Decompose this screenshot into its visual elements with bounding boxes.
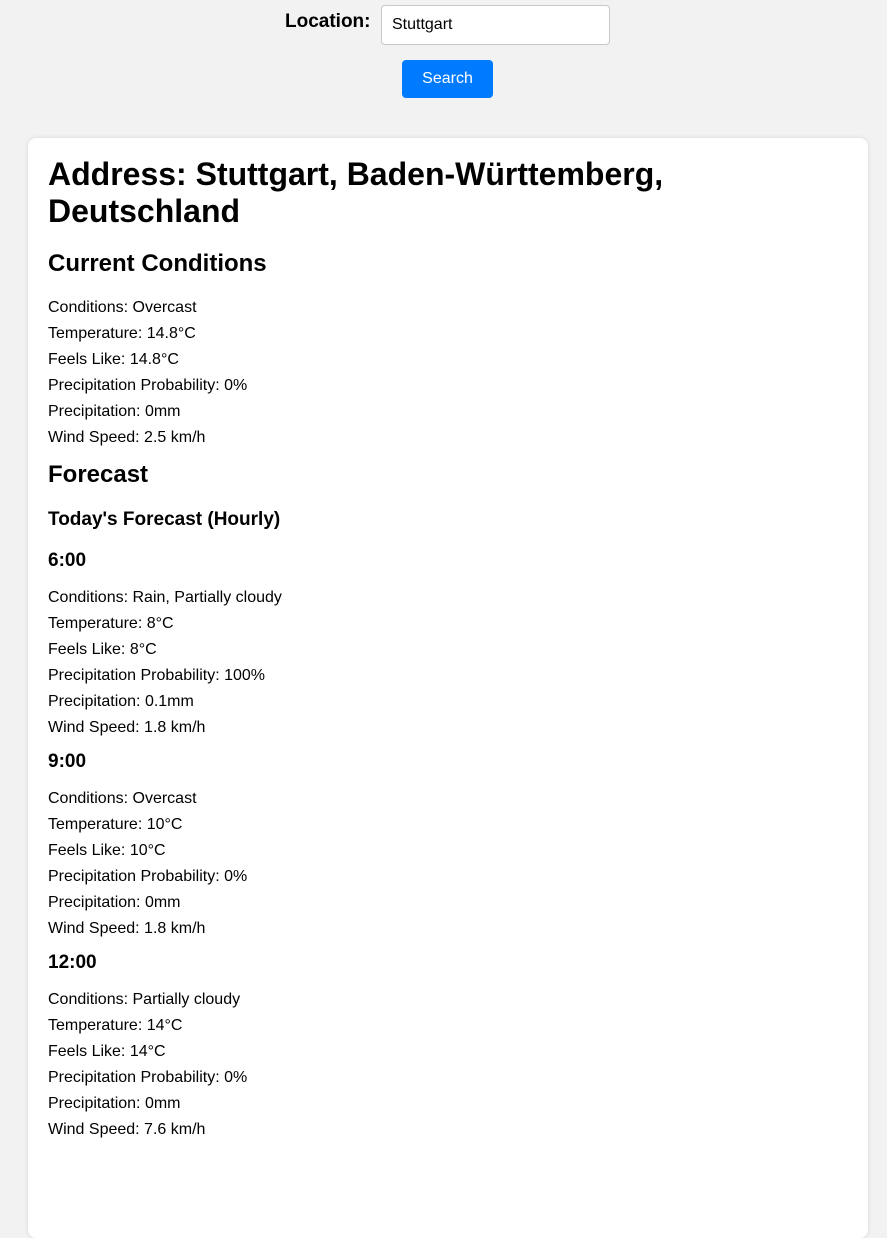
hourly-forecast-item: 9:00 Conditions: Overcast Temperature: 1… — [48, 751, 848, 942]
hour-wind-speed: Wind Speed: 1.8 km/h — [48, 920, 206, 937]
hour-feels-like: Feels Like: 14°C — [48, 1043, 166, 1060]
hour-precipitation: Precipitation: 0.1mm — [48, 693, 194, 710]
hourly-forecast-item: 12:00 Conditions: Partially cloudy Tempe… — [48, 952, 848, 1143]
hour-temperature: Temperature: 10°C — [48, 816, 183, 833]
location-label: Location: — [285, 11, 371, 32]
current-precipitation-probability: Precipitation Probability: 0% — [48, 377, 248, 394]
hour-time: 12:00 — [48, 952, 97, 973]
current-precipitation: Precipitation: 0mm — [48, 403, 181, 420]
current-wind-speed: Wind Speed: 2.5 km/h — [48, 429, 206, 446]
current-temperature: Temperature: 14.8°C — [48, 325, 196, 342]
hour-conditions: Conditions: Overcast — [48, 790, 197, 807]
forecast-heading: Forecast — [48, 461, 149, 488]
search-button[interactable]: Search — [402, 60, 493, 98]
hour-wind-speed: Wind Speed: 1.8 km/h — [48, 719, 206, 736]
search-form: Location: Search — [0, 0, 887, 130]
hour-details: Conditions: Partially cloudy Temperature… — [48, 987, 848, 1143]
hour-precipitation: Precipitation: 0mm — [48, 894, 181, 911]
current-feels-like: Feels Like: 14.8°C — [48, 351, 179, 368]
hour-conditions: Conditions: Partially cloudy — [48, 991, 241, 1008]
current-conditions-text: Conditions: Overcast — [48, 299, 197, 316]
hour-feels-like: Feels Like: 10°C — [48, 842, 166, 859]
hour-details: Conditions: Overcast Temperature: 10°C F… — [48, 786, 848, 942]
todays-forecast-heading: Today's Forecast (Hourly) — [48, 509, 281, 530]
current-conditions-list: Conditions: Overcast Temperature: 14.8°C… — [48, 295, 848, 451]
hour-temperature: Temperature: 14°C — [48, 1017, 183, 1034]
hour-precipitation-probability: Precipitation Probability: 100% — [48, 667, 266, 684]
current-conditions-heading: Current Conditions — [48, 250, 267, 277]
weather-result-card: Address: Stuttgart, Baden-Württemberg, D… — [28, 138, 868, 1238]
hour-precipitation: Precipitation: 0mm — [48, 1095, 181, 1112]
hourly-forecast-item: 6:00 Conditions: Rain, Partially cloudy … — [48, 550, 848, 741]
hour-precipitation-probability: Precipitation Probability: 0% — [48, 1069, 248, 1086]
hour-conditions: Conditions: Rain, Partially cloudy — [48, 589, 282, 606]
hour-feels-like: Feels Like: 8°C — [48, 641, 157, 658]
hour-time: 9:00 — [48, 751, 87, 772]
hour-details: Conditions: Rain, Partially cloudy Tempe… — [48, 585, 848, 741]
address-heading: Address: Stuttgart, Baden-Württemberg, D… — [48, 156, 664, 229]
location-input[interactable] — [381, 5, 610, 45]
hour-precipitation-probability: Precipitation Probability: 0% — [48, 868, 248, 885]
hour-wind-speed: Wind Speed: 7.6 km/h — [48, 1121, 206, 1138]
hour-time: 6:00 — [48, 550, 87, 571]
hour-temperature: Temperature: 8°C — [48, 615, 174, 632]
